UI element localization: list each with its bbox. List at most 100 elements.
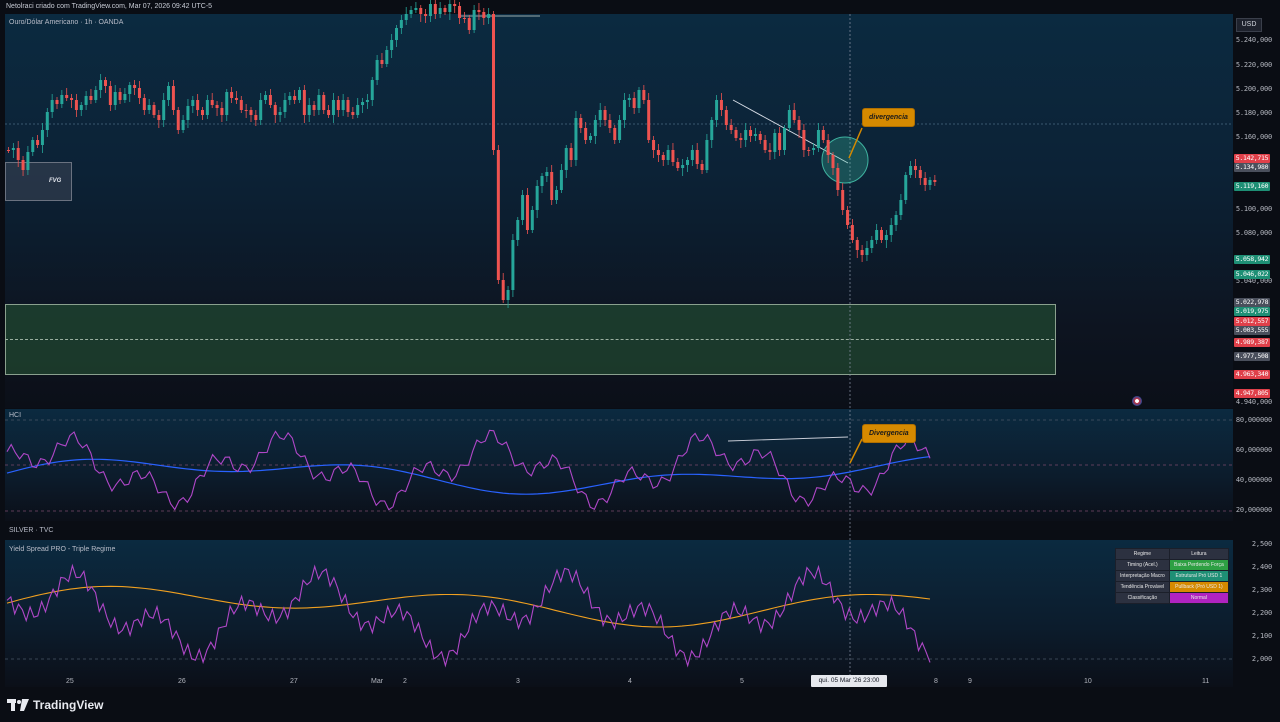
candle-body bbox=[768, 150, 772, 152]
candle-body bbox=[94, 90, 98, 100]
candle-body bbox=[220, 108, 224, 115]
candle-body bbox=[608, 120, 612, 128]
spread-axis-label: 2,500 bbox=[1251, 540, 1272, 548]
candle-body bbox=[36, 140, 40, 145]
candle-body bbox=[729, 125, 733, 130]
candle-body bbox=[312, 105, 316, 110]
candle-body bbox=[807, 150, 811, 151]
time-axis-label: 5 bbox=[740, 678, 744, 685]
candle-body bbox=[904, 175, 908, 200]
spread-line bbox=[6, 563, 931, 668]
candle-body bbox=[370, 80, 374, 100]
time-axis-label: 27 bbox=[290, 678, 298, 685]
candle-body bbox=[559, 170, 563, 190]
price-tag: 5.119,160 bbox=[1234, 182, 1270, 191]
price-axis-label: 5.100,000 bbox=[1235, 205, 1272, 213]
table-row-label: Interpretação Macro bbox=[1115, 570, 1170, 582]
candle-body bbox=[632, 98, 636, 108]
candle-body bbox=[191, 100, 195, 106]
table-row-value: Baixa Perdendo Força bbox=[1168, 559, 1230, 571]
spread-axis-label: 2,400 bbox=[1251, 563, 1272, 571]
price-tag: 5.012,557 bbox=[1234, 317, 1270, 326]
candle-body bbox=[40, 130, 44, 145]
price-tag: 5.046,022 bbox=[1234, 270, 1270, 279]
price-chart-svg[interactable] bbox=[0, 0, 1280, 722]
candle-body bbox=[307, 105, 311, 115]
candle-body bbox=[462, 18, 466, 19]
candle-body bbox=[55, 100, 59, 104]
candle-body bbox=[656, 150, 660, 155]
silver-symbol: SILVER · TVC bbox=[9, 527, 54, 534]
candle-body bbox=[201, 110, 204, 115]
candle-body bbox=[545, 172, 549, 176]
candle-body bbox=[142, 98, 146, 110]
candle-body bbox=[293, 96, 297, 100]
candle-body bbox=[31, 140, 35, 152]
candle-body bbox=[273, 105, 277, 115]
candle-body bbox=[327, 110, 331, 115]
candle-body bbox=[787, 110, 791, 128]
candle-body bbox=[428, 4, 432, 16]
candle-body bbox=[763, 140, 767, 150]
table-row-label: Tendência Provável bbox=[1115, 581, 1170, 593]
candle-body bbox=[671, 150, 675, 162]
time-axis-label: 9 bbox=[968, 678, 972, 685]
spread-axis-label: 2,300 bbox=[1251, 586, 1272, 594]
candle-body bbox=[424, 14, 428, 16]
candle-body bbox=[26, 152, 30, 170]
candle-body bbox=[778, 133, 782, 150]
candle-body bbox=[584, 128, 588, 140]
candle-body bbox=[618, 120, 622, 140]
candle-body bbox=[443, 8, 447, 12]
candle-body bbox=[215, 105, 219, 108]
candle-body bbox=[487, 14, 491, 18]
candle-body bbox=[574, 118, 578, 160]
candle-body bbox=[695, 150, 699, 164]
candle-body bbox=[162, 100, 166, 120]
candle-body bbox=[346, 100, 350, 112]
candle-body bbox=[234, 98, 238, 100]
candle-body bbox=[278, 112, 282, 115]
candle-body bbox=[589, 136, 592, 140]
candle-body bbox=[322, 95, 326, 110]
candle-body bbox=[875, 230, 879, 240]
tradingview-logo[interactable]: TradingView bbox=[7, 698, 103, 712]
candle-body bbox=[331, 100, 335, 115]
hci-divergence-callout[interactable]: Divergencia bbox=[862, 424, 916, 443]
candle-body bbox=[477, 10, 481, 12]
divergence-callout[interactable]: divergencia bbox=[862, 108, 915, 127]
candle-body bbox=[928, 180, 932, 185]
candle-body bbox=[579, 118, 583, 128]
candle-body bbox=[734, 130, 738, 138]
candle-body bbox=[230, 92, 234, 98]
candle-body bbox=[555, 190, 559, 200]
candle-body bbox=[113, 92, 117, 105]
candle-body bbox=[341, 100, 345, 110]
hci-callout-pointer bbox=[849, 438, 863, 464]
candle-body bbox=[409, 10, 413, 14]
candle-body bbox=[225, 92, 229, 115]
candle-body bbox=[642, 90, 646, 100]
candle-body bbox=[60, 95, 64, 104]
us-flag-icon[interactable] bbox=[1132, 396, 1142, 406]
candle-body bbox=[74, 100, 78, 110]
candle-body bbox=[419, 8, 423, 14]
price-tag: 5.142,715 bbox=[1234, 154, 1270, 163]
candle-body bbox=[133, 85, 137, 88]
candle-body bbox=[540, 176, 544, 186]
candle-body bbox=[99, 80, 103, 90]
candle-body bbox=[525, 195, 529, 230]
candle-body bbox=[530, 210, 534, 230]
candle-body bbox=[831, 155, 835, 168]
candle-body bbox=[147, 105, 151, 110]
table-row-value: Normal bbox=[1168, 592, 1230, 604]
candle-body bbox=[196, 100, 200, 110]
candle-body bbox=[259, 100, 263, 120]
brand-name: TradingView bbox=[33, 698, 104, 712]
candle-body bbox=[50, 100, 54, 112]
hci-axis-label: 60,000000 bbox=[1235, 446, 1272, 454]
candle-body bbox=[686, 160, 689, 165]
candle-body bbox=[210, 100, 214, 105]
candle-body bbox=[749, 130, 753, 136]
candle-body bbox=[511, 240, 515, 290]
